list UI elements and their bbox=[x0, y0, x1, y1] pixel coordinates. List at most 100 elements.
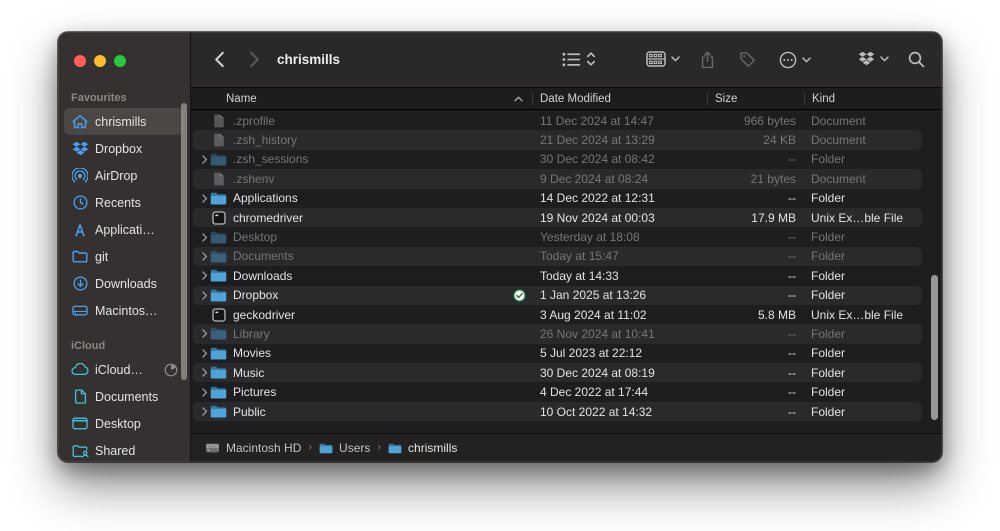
drive-gray-icon bbox=[205, 442, 220, 454]
zoom-button[interactable] bbox=[114, 55, 126, 67]
forward-button[interactable] bbox=[249, 51, 260, 68]
toolbar: chrismills bbox=[191, 32, 942, 88]
view-options-button[interactable] bbox=[562, 51, 596, 67]
file-row-library[interactable]: Library26 Nov 2024 at 10:41--Folder bbox=[193, 324, 922, 343]
back-icon bbox=[214, 51, 225, 68]
file-size: -- bbox=[707, 405, 804, 419]
file-date-modified: 5 Jul 2023 at 22:12 bbox=[532, 346, 707, 360]
column-header-label: Date Modified bbox=[540, 93, 611, 105]
sidebar-item-shared[interactable]: Shared bbox=[64, 437, 184, 462]
file-name-cell: Dropbox bbox=[193, 286, 532, 305]
disclosure-triangle-icon[interactable] bbox=[199, 271, 210, 280]
path-separator: › bbox=[308, 442, 312, 454]
download-circle-icon bbox=[70, 276, 90, 291]
folder-mini-icon bbox=[319, 443, 333, 454]
column-header-kind[interactable]: Kind bbox=[804, 88, 942, 109]
file-row-pictures[interactable]: Pictures4 Dec 2022 at 17:44--Folder bbox=[193, 382, 922, 401]
dropbox-button[interactable] bbox=[858, 51, 889, 66]
traffic-lights bbox=[74, 55, 126, 67]
disclosure-triangle-icon[interactable] bbox=[199, 407, 210, 416]
sidebar-item-chrismills[interactable]: chrismills bbox=[64, 108, 184, 135]
minimize-button[interactable] bbox=[94, 55, 106, 67]
search-button[interactable] bbox=[908, 51, 925, 68]
updown-chevron-icon bbox=[586, 51, 596, 67]
disclosure-triangle-icon[interactable] bbox=[199, 349, 210, 358]
file-row-zsh-sessions[interactable]: .zsh_sessions30 Dec 2024 at 08:42--Folde… bbox=[193, 150, 922, 169]
file-row-public[interactable]: Public10 Oct 2022 at 14:32--Folder bbox=[193, 402, 922, 421]
sidebar-item-recents[interactable]: Recents bbox=[64, 189, 184, 216]
disclosure-triangle-icon[interactable] bbox=[199, 252, 210, 261]
folder-icon bbox=[210, 250, 227, 263]
file-name-label: Applications bbox=[233, 191, 298, 205]
disclosure-triangle-icon[interactable] bbox=[199, 194, 210, 203]
main-area: chrismills Name Date Modified Size Kind .zp… bbox=[191, 32, 942, 462]
file-row-desktop[interactable]: DesktopYesterday at 18:08--Folder bbox=[193, 227, 922, 246]
sidebar-item-downloads[interactable]: Downloads bbox=[64, 270, 184, 297]
dropbox-icon bbox=[70, 141, 90, 156]
finder-window: FavouriteschrismillsDropboxAirDropRecent… bbox=[58, 32, 942, 462]
sidebar-item-applicati[interactable]: Applicati… bbox=[64, 216, 184, 243]
file-size: -- bbox=[707, 366, 804, 380]
disclosure-triangle-icon[interactable] bbox=[199, 155, 210, 164]
file-name-cell: geckodriver bbox=[193, 305, 532, 324]
file-name-cell: Public bbox=[193, 402, 532, 421]
file-date-modified: 3 Aug 2024 at 11:02 bbox=[532, 308, 707, 322]
list-scrollbar[interactable] bbox=[931, 275, 938, 420]
file-kind: Folder bbox=[804, 152, 922, 166]
file-name-label: Music bbox=[233, 366, 264, 380]
file-row-zprofile[interactable]: .zprofile11 Dec 2024 at 14:47966 bytesDo… bbox=[193, 111, 922, 130]
folder-icon bbox=[210, 289, 227, 302]
path-item-macintosh-hd[interactable]: Macintosh HD bbox=[205, 441, 301, 455]
chevron-down-icon bbox=[802, 57, 811, 63]
file-size: -- bbox=[707, 346, 804, 360]
column-header-name[interactable]: Name bbox=[191, 88, 532, 109]
file-row-dropbox[interactable]: Dropbox1 Jan 2025 at 13:26--Folder bbox=[193, 286, 922, 305]
grouping-button[interactable] bbox=[646, 51, 680, 67]
share-button[interactable] bbox=[700, 51, 715, 69]
close-button[interactable] bbox=[74, 55, 86, 67]
sidebar-item-desktop[interactable]: Desktop bbox=[64, 410, 184, 437]
folder-icon bbox=[210, 327, 227, 340]
sidebar-scrollbar[interactable] bbox=[181, 103, 187, 380]
column-header-label: Size bbox=[715, 93, 737, 105]
file-kind: Folder bbox=[804, 405, 922, 419]
document-icon bbox=[210, 172, 227, 186]
file-row-zshenv[interactable]: .zshenv9 Dec 2024 at 08:2421 bytesDocume… bbox=[193, 169, 922, 188]
file-row-documents[interactable]: DocumentsToday at 15:47--Folder bbox=[193, 247, 922, 266]
disclosure-triangle-icon[interactable] bbox=[199, 329, 210, 338]
file-row-applications[interactable]: Applications14 Dec 2022 at 12:31--Folder bbox=[193, 189, 922, 208]
disclosure-triangle-icon[interactable] bbox=[199, 291, 210, 300]
file-row-geckodriver[interactable]: geckodriver3 Aug 2024 at 11:025.8 MBUnix… bbox=[193, 305, 922, 324]
more-actions-button[interactable] bbox=[779, 51, 811, 69]
sidebar-item-airdrop[interactable]: AirDrop bbox=[64, 162, 184, 189]
file-row-music[interactable]: Music30 Dec 2024 at 08:19--Folder bbox=[193, 363, 922, 382]
path-item-chrismills[interactable]: chrismills bbox=[388, 441, 457, 455]
file-row-movies[interactable]: Movies5 Jul 2023 at 22:12--Folder bbox=[193, 344, 922, 363]
file-row-zsh-history[interactable]: .zsh_history21 Dec 2024 at 13:2924 KBDoc… bbox=[193, 130, 922, 149]
file-date-modified: 30 Dec 2024 at 08:42 bbox=[532, 152, 707, 166]
synced-check-icon bbox=[513, 289, 526, 302]
file-kind: Folder bbox=[804, 249, 922, 263]
tag-icon bbox=[739, 51, 756, 68]
disclosure-triangle-icon[interactable] bbox=[199, 368, 210, 377]
sidebar-item-icloud[interactable]: iCloud… bbox=[64, 356, 184, 383]
shared-folder-icon bbox=[70, 444, 90, 458]
disclosure-triangle-icon[interactable] bbox=[199, 388, 210, 397]
file-name-label: Desktop bbox=[233, 230, 277, 244]
file-name-label: .zprofile bbox=[233, 114, 275, 128]
column-header-date-modified[interactable]: Date Modified bbox=[532, 88, 707, 109]
file-row-chromedriver[interactable]: chromedriver19 Nov 2024 at 00:0317.9 MBU… bbox=[193, 208, 922, 227]
file-name-cell: Library bbox=[193, 324, 532, 343]
sidebar-item-dropbox[interactable]: Dropbox bbox=[64, 135, 184, 162]
back-button[interactable] bbox=[214, 51, 225, 68]
column-header-size[interactable]: Size bbox=[707, 88, 804, 109]
file-row-downloads[interactable]: DownloadsToday at 14:33--Folder bbox=[193, 266, 922, 285]
tags-button[interactable] bbox=[739, 51, 756, 68]
sidebar-item-git[interactable]: git bbox=[64, 243, 184, 270]
file-kind: Folder bbox=[804, 191, 922, 205]
forward-icon bbox=[249, 51, 260, 68]
disclosure-triangle-icon[interactable] bbox=[199, 233, 210, 242]
sidebar-item-macintos[interactable]: Macintos… bbox=[64, 297, 184, 324]
path-item-users[interactable]: Users bbox=[319, 441, 370, 455]
sidebar-item-documents[interactable]: Documents bbox=[64, 383, 184, 410]
